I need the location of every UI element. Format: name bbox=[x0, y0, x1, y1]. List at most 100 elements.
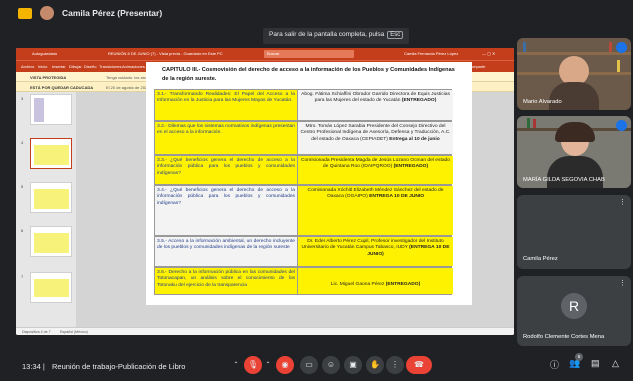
meeting-title: Reunión de trabajo-Publicación de Libro bbox=[52, 362, 186, 371]
menu-home[interactable]: Inicio bbox=[38, 64, 47, 69]
participant-tile[interactable]: MARÍA GILDA SEGOVIA CHAB bbox=[517, 116, 631, 188]
fullscreen-hint: Para salir de la pantalla completa, puls… bbox=[263, 28, 410, 44]
participant-avatar: R bbox=[561, 293, 587, 319]
topic-cell: 3.2.- Dilemas que los sistemas normativo… bbox=[155, 122, 297, 154]
search-box[interactable]: Buscar bbox=[264, 50, 354, 58]
slide-thumbnail[interactable] bbox=[30, 138, 72, 169]
participant-tile[interactable]: ⋮ Camila Pérez bbox=[517, 195, 631, 269]
participant-name: Camila Pérez bbox=[523, 256, 558, 262]
chevron-up-icon[interactable]: ⌃ bbox=[262, 356, 274, 374]
slide-counter: Diapositiva 4 de 7 bbox=[22, 329, 51, 334]
author-status: (ENTREGADO) bbox=[385, 282, 421, 287]
table-row: 3.1.- Transformando Realidades: El Papel… bbox=[154, 89, 453, 121]
thumb-number: 3 bbox=[21, 96, 24, 101]
thumb-number: 4 bbox=[21, 140, 24, 145]
book bbox=[523, 42, 526, 52]
table-row: 3.5.- Acceso a la información ambiental,… bbox=[154, 236, 453, 267]
person-hair bbox=[555, 122, 595, 142]
participant-name: MARÍA GILDA SEGOVIA CHAB bbox=[523, 177, 605, 183]
slide-thumbnail[interactable] bbox=[30, 272, 72, 303]
language-indicator: Español (México) bbox=[60, 329, 88, 334]
presenter-avatar bbox=[40, 6, 54, 20]
search-placeholder: Buscar bbox=[267, 50, 280, 56]
present-button[interactable]: ▣ bbox=[344, 356, 362, 374]
author-cell: Abog. Fátima Schiaffini Obrador Garrido … bbox=[297, 90, 453, 120]
mic-off-button[interactable]: 🎙 bbox=[244, 356, 262, 374]
current-slide: CAPITULO III.- Cosmovisión del derecho d… bbox=[146, 62, 472, 305]
license-label: ESTÁ POR QUEDAR CADUCADA bbox=[30, 84, 94, 90]
author-status: Entrega al 10 de junio bbox=[389, 136, 440, 142]
menu-file[interactable]: Archivo bbox=[21, 64, 34, 69]
mic-off-icon bbox=[616, 120, 627, 131]
window-controls-icon[interactable]: — ▢ ✕ bbox=[482, 51, 495, 56]
person-body bbox=[549, 82, 599, 110]
protected-label: VISTA PROTEGIDA bbox=[30, 74, 67, 80]
status-bar: Diapositiva 4 de 7 Español (México) bbox=[16, 327, 514, 335]
thumb-number: 5 bbox=[21, 184, 24, 189]
author-cell: Dr. Eder Alberto Pérez Cupil, Profesor i… bbox=[297, 237, 453, 266]
slide-thumbnail[interactable] bbox=[30, 226, 72, 257]
document-title: REUNIÓN 8 DE JUNIO (7) - Vista previa - … bbox=[108, 51, 223, 56]
bookshelf bbox=[517, 52, 631, 55]
author-text: Lic. Miguel Gaona Pérez bbox=[330, 282, 385, 287]
slide-heading: CAPITULO III.- Cosmovisión del derecho d… bbox=[162, 67, 455, 82]
book bbox=[533, 119, 536, 128]
participant-tile[interactable]: Mario Alvarado bbox=[517, 38, 631, 110]
slide-thumbnail[interactable] bbox=[30, 182, 72, 213]
activities-icon[interactable]: △ bbox=[612, 358, 619, 369]
user-name: Camila Fernanda Pérez López bbox=[404, 51, 459, 56]
raise-hand-button[interactable]: ✋ bbox=[366, 356, 384, 374]
person-body bbox=[547, 156, 603, 188]
author-status: ENTREGA 10 DE JUNIO bbox=[369, 194, 425, 200]
fullscreen-hint-text: Para salir de la pantalla completa, puls… bbox=[269, 31, 385, 38]
topic-cell: 3.4.- ¿Qué beneficios genera el derecho … bbox=[155, 186, 297, 235]
mic-off-icon: ⋮ bbox=[619, 199, 626, 206]
author-cell: Lic. Miguel Gaona Pérez (ENTREGADO) bbox=[297, 268, 453, 294]
author-cell: Mtro. Tomás López Sarabia Presidente del… bbox=[297, 122, 453, 154]
presentation-icon bbox=[18, 8, 32, 19]
more-options-icon[interactable]: ⋮ bbox=[619, 279, 626, 287]
author-cell: Comisionada Presidenta Magda de Jesús Lo… bbox=[297, 156, 453, 184]
table-row: 3.6.- Derecho a la información pública e… bbox=[154, 267, 453, 295]
author-cell: Comisionada Xóchitl Elizabeth Méndez Sán… bbox=[297, 186, 453, 235]
emoji-button[interactable]: ☺ bbox=[322, 356, 340, 374]
camera-off-button[interactable]: ◉ bbox=[276, 356, 294, 374]
captions-button[interactable]: ▭ bbox=[300, 356, 318, 374]
table-row: 3.2.- Dilemas que los sistemas normativo… bbox=[154, 121, 453, 155]
topic-cell: 3.5.- Acceso a la información ambiental,… bbox=[155, 237, 297, 266]
menu-transitions[interactable]: Transiciones bbox=[99, 64, 122, 69]
ppt-title-bar: Autoguardado REUNIÓN 8 DE JUNIO (7) - Vi… bbox=[16, 48, 514, 60]
mic-off-icon bbox=[616, 42, 627, 53]
menu-draw[interactable]: Dibujar bbox=[69, 64, 82, 69]
menu-insert[interactable]: Insertar bbox=[52, 64, 66, 69]
author-status: (ENTREGADO) bbox=[401, 98, 437, 104]
autosave-label[interactable]: Autoguardado bbox=[32, 51, 57, 56]
participant-tile[interactable]: ⋮ R Rodolfo Clemente Cortes Mena bbox=[517, 276, 631, 346]
book bbox=[527, 118, 530, 128]
participant-name: Mario Alvarado bbox=[523, 99, 562, 105]
clock-separator: | bbox=[42, 362, 45, 371]
book bbox=[609, 42, 612, 52]
table-row: 3.4.- ¿Qué beneficios genera el derecho … bbox=[154, 185, 453, 236]
topic-cell: 3.3.- ¿Qué beneficios genera el derecho … bbox=[155, 156, 297, 184]
participant-count-badge: 6 bbox=[575, 353, 583, 361]
chevron-up-icon[interactable]: ⌃ bbox=[230, 356, 242, 374]
thumb-number: 6 bbox=[21, 228, 24, 233]
author-status: (ENTREGADO) bbox=[393, 164, 429, 170]
topic-cell: 3.1.- Transformando Realidades: El Papel… bbox=[155, 90, 297, 120]
meeting-clock: 13:34 | bbox=[22, 362, 45, 371]
more-options-button[interactable]: ⋮ bbox=[386, 356, 404, 374]
book bbox=[617, 60, 620, 72]
clock-time: 13:34 bbox=[22, 362, 41, 371]
leave-call-button[interactable]: ☎ bbox=[406, 356, 432, 374]
slide-thumbnail[interactable] bbox=[30, 94, 72, 125]
participant-name: Rodolfo Clemente Cortes Mena bbox=[523, 334, 605, 340]
chat-icon[interactable]: ▤ bbox=[591, 358, 600, 369]
esc-key[interactable]: Esc bbox=[387, 31, 404, 39]
topic-cell: 3.6.- Derecho a la información pública e… bbox=[155, 268, 297, 294]
menu-animations[interactable]: Animaciones bbox=[122, 64, 145, 69]
presenter-name: Camila Pérez (Presentar) bbox=[62, 8, 163, 18]
info-icon[interactable]: ⓘ bbox=[550, 358, 559, 371]
menu-design[interactable]: Diseño bbox=[84, 64, 96, 69]
table-row: 3.3.- ¿Qué beneficios genera el derecho … bbox=[154, 155, 453, 185]
